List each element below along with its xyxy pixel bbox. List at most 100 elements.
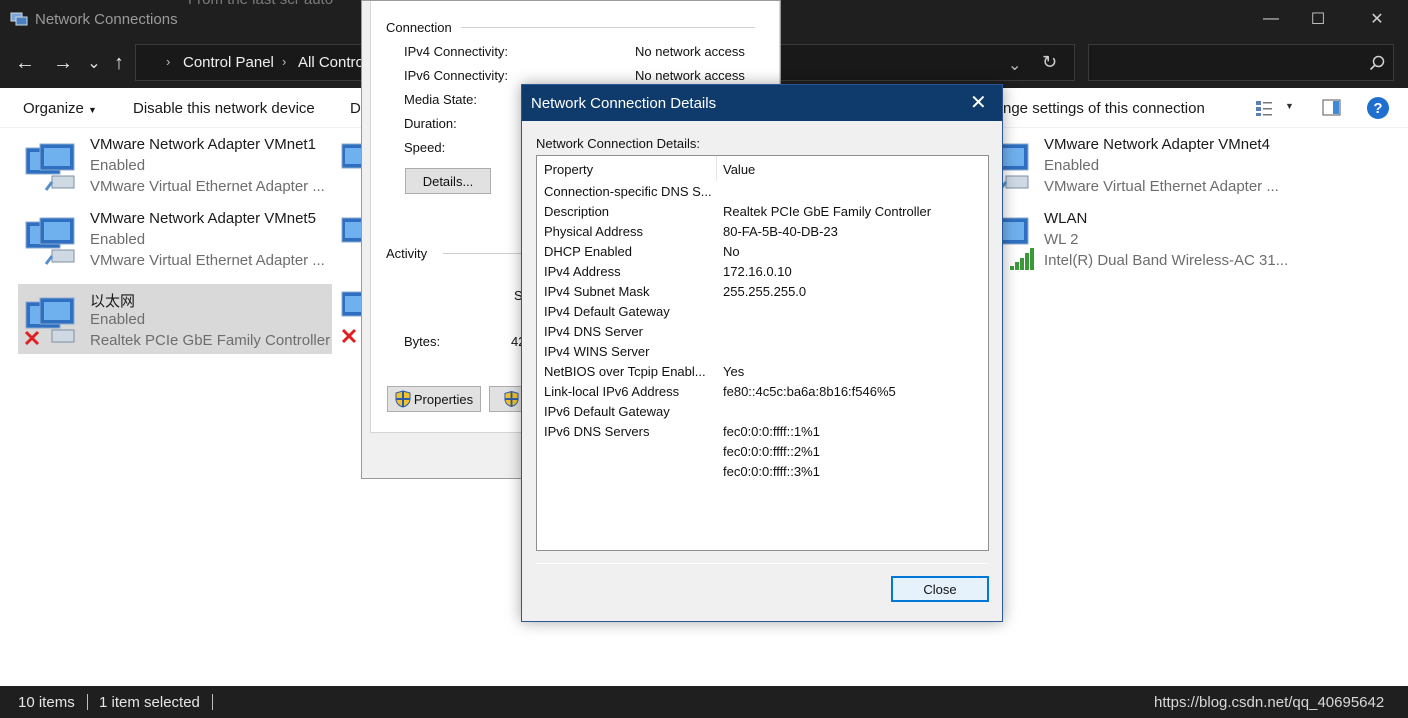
- details-row[interactable]: IPv4 Default Gateway: [537, 301, 988, 321]
- breadcrumb-control-panel[interactable]: Control Panel: [183, 54, 274, 71]
- details-listview[interactable]: Property Value Connection-specific DNS S…: [536, 155, 989, 551]
- disable-button[interactable]: [489, 386, 523, 412]
- organize-menu[interactable]: Organize ▼: [23, 100, 97, 117]
- bytes-label: Bytes:: [404, 334, 441, 349]
- adapter-name: VMware Network Adapter VMnet4: [1044, 136, 1270, 153]
- watermark-text: https://blog.csdn.net/qq_40695642: [1154, 694, 1385, 711]
- details-row[interactable]: IPv6 Default Gateway: [537, 401, 988, 421]
- details-row[interactable]: IPv4 Subnet Mask 255.255.255.0: [537, 281, 988, 301]
- recent-locations-button[interactable]: ⌄: [82, 51, 106, 75]
- row-value: fec0:0:0:ffff::3%1: [723, 464, 820, 479]
- breadcrumb-all-control-panel-items[interactable]: All Contro: [298, 54, 364, 71]
- details-row[interactable]: IPv4 DNS Server: [537, 321, 988, 341]
- adapter-name: 以太网: [90, 293, 136, 310]
- view-caret-icon[interactable]: ▼: [1285, 101, 1294, 111]
- row-property: IPv4 Address: [544, 264, 621, 279]
- row-property: Connection-specific DNS S...: [544, 184, 712, 199]
- adapter-device: Intel(R) Dual Band Wireless-AC 31...: [1044, 252, 1289, 269]
- network-adapter-icon: [25, 143, 75, 191]
- maximize-button[interactable]: ☐: [1295, 0, 1341, 38]
- item-count: 10 items: [18, 694, 75, 711]
- details-row[interactable]: Physical Address 80-FA-5B-40-DB-23: [537, 221, 988, 241]
- row-property: Link-local IPv6 Address: [544, 384, 680, 399]
- view-options-icon[interactable]: [1255, 99, 1273, 117]
- details-row[interactable]: IPv4 WINS Server: [537, 341, 988, 361]
- refresh-button[interactable]: ↻: [1042, 52, 1057, 73]
- uac-shield-icon: [504, 391, 519, 407]
- adapter-name: VMware Network Adapter VMnet1: [90, 136, 316, 153]
- column-divider[interactable]: [716, 156, 717, 181]
- change-settings-button[interactable]: nge settings of this connection: [1003, 100, 1205, 117]
- activity-group-label: Activity: [386, 246, 428, 261]
- listview-header: Property Value: [537, 156, 988, 181]
- row-value: fec0:0:0:ffff::1%1: [723, 424, 820, 439]
- details-row[interactable]: IPv6 DNS Servers fec0:0:0:ffff::1%1: [537, 421, 988, 441]
- group-divider: [461, 27, 755, 28]
- network-connections-icon: [10, 12, 28, 26]
- group-divider: [443, 253, 523, 254]
- disconnected-x-icon: [24, 330, 40, 346]
- network-connection-details-dialog: Network Connection Details ✕ Network Con…: [521, 84, 1003, 622]
- window-title: Network Connections: [35, 11, 178, 28]
- search-icon: [1369, 55, 1385, 71]
- chevron-down-icon[interactable]: ⌄: [1008, 55, 1021, 75]
- selection-count: 1 item selected: [99, 694, 200, 711]
- minimize-button[interactable]: —: [1248, 0, 1294, 38]
- network-adapter-icon: [25, 217, 75, 265]
- details-row[interactable]: Description Realtek PCIe GbE Family Contr…: [537, 201, 988, 221]
- dialog-separator: [536, 563, 989, 564]
- duration-label: Duration:: [404, 116, 457, 131]
- details-row[interactable]: Connection-specific DNS S...: [537, 181, 988, 201]
- media-state-label: Media State:: [404, 92, 477, 107]
- up-button[interactable]: ↑: [107, 51, 131, 75]
- adapter-item[interactable]: VMware Network Adapter VMnet4 Enabled VM…: [972, 130, 1302, 200]
- connection-group-label: Connection: [386, 20, 452, 35]
- details-row[interactable]: DHCP Enabled No: [537, 241, 988, 261]
- adapter-status: Enabled: [90, 157, 146, 174]
- details-row[interactable]: NetBIOS over Tcpip Enabl... Yes: [537, 361, 988, 381]
- details-row[interactable]: Link-local IPv6 Address fe80::4c5c:ba6a:8…: [537, 381, 988, 401]
- ipv6-connectivity-value: No network access: [635, 68, 745, 83]
- properties-button[interactable]: Properties: [387, 386, 481, 412]
- close-icon[interactable]: ✕: [970, 90, 987, 115]
- row-property: IPv4 Default Gateway: [544, 304, 670, 319]
- adapter-item[interactable]: VMware Network Adapter VMnet5 Enabled VM…: [18, 204, 332, 274]
- back-button[interactable]: ←: [13, 51, 37, 75]
- search-input[interactable]: [1088, 44, 1394, 81]
- dialog-title: Network Connection Details: [531, 95, 717, 112]
- column-header-property[interactable]: Property: [544, 162, 593, 177]
- background-window-title: From the last scr auto: [188, 0, 333, 8]
- diagnose-button[interactable]: D: [350, 100, 361, 117]
- ipv4-connectivity-value: No network access: [635, 44, 745, 59]
- details-button[interactable]: Details...: [405, 168, 491, 194]
- disable-device-button[interactable]: Disable this network device: [133, 100, 315, 117]
- adapter-item-selected[interactable]: 以太网 Enabled Realtek PCIe GbE Family Cont…: [18, 284, 332, 354]
- dialog-title-bar: Network Connection Details ✕: [522, 85, 1002, 121]
- chevron-right-icon: ›: [282, 54, 287, 69]
- caret-down-icon: ▼: [88, 105, 97, 115]
- column-header-value[interactable]: Value: [723, 162, 755, 177]
- details-row[interactable]: IPv4 Address 172.16.0.10: [537, 261, 988, 281]
- close-button[interactable]: Close: [891, 576, 989, 602]
- status-bar: 10 items 1 item selected https://blog.cs…: [0, 686, 1408, 718]
- adapter-status: Enabled: [90, 311, 146, 328]
- details-caption: Network Connection Details:: [536, 136, 701, 151]
- adapter-item[interactable]: VMware Network Adapter VMnet1 Enabled VM…: [18, 130, 332, 200]
- row-property: Physical Address: [544, 224, 643, 239]
- row-property: IPv6 Default Gateway: [544, 404, 670, 419]
- preview-pane-icon[interactable]: [1322, 99, 1341, 116]
- adapter-status: Enabled: [90, 231, 146, 248]
- help-icon[interactable]: ?: [1367, 97, 1389, 119]
- row-property: Description: [544, 204, 610, 219]
- row-value: No: [723, 244, 740, 259]
- row-property: NetBIOS over Tcpip Enabl...: [544, 364, 706, 379]
- details-row[interactable]: fec0:0:0:ffff::2%1: [537, 441, 988, 461]
- row-value: 172.16.0.10: [723, 264, 792, 279]
- properties-label: Properties: [413, 391, 474, 407]
- close-window-button[interactable]: ✕: [1354, 0, 1400, 38]
- row-value: 80-FA-5B-40-DB-23: [723, 224, 838, 239]
- forward-button[interactable]: →: [51, 51, 75, 75]
- details-row[interactable]: fec0:0:0:ffff::3%1: [537, 461, 988, 481]
- chevron-right-icon: ›: [166, 54, 171, 69]
- adapter-item[interactable]: WLAN WL 2 Intel(R) Dual Band Wireless-AC…: [972, 204, 1302, 274]
